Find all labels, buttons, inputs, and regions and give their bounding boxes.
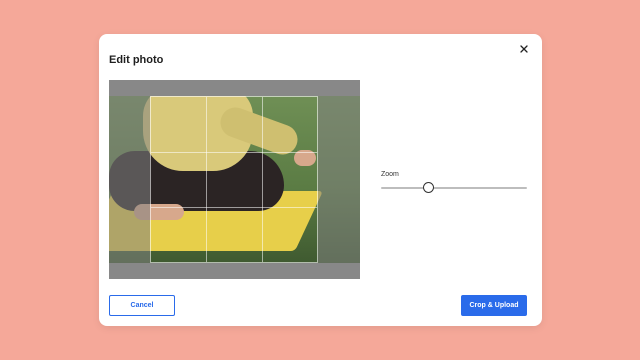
zoom-slider-thumb[interactable] [422, 182, 434, 193]
cancel-button[interactable]: Cancel [109, 295, 175, 316]
grid-line [151, 151, 317, 153]
grid-line [261, 97, 263, 262]
zoom-label: Zoom [381, 171, 399, 178]
crop-shade-right [318, 96, 360, 263]
grid-line [206, 97, 208, 262]
dialog-title: Edit photo [109, 54, 164, 66]
grid-line [151, 206, 317, 208]
zoom-slider-track[interactable] [381, 187, 527, 189]
edit-photo-dialog: Edit photo Zoom Cancel Crop & Upload [99, 34, 542, 326]
crop-area[interactable] [109, 80, 360, 279]
crop-shade-left [109, 96, 150, 263]
zoom-slider[interactable] [381, 182, 527, 194]
close-icon[interactable] [518, 42, 530, 54]
crop-box[interactable] [150, 96, 318, 263]
crop-upload-button[interactable]: Crop & Upload [461, 295, 527, 316]
